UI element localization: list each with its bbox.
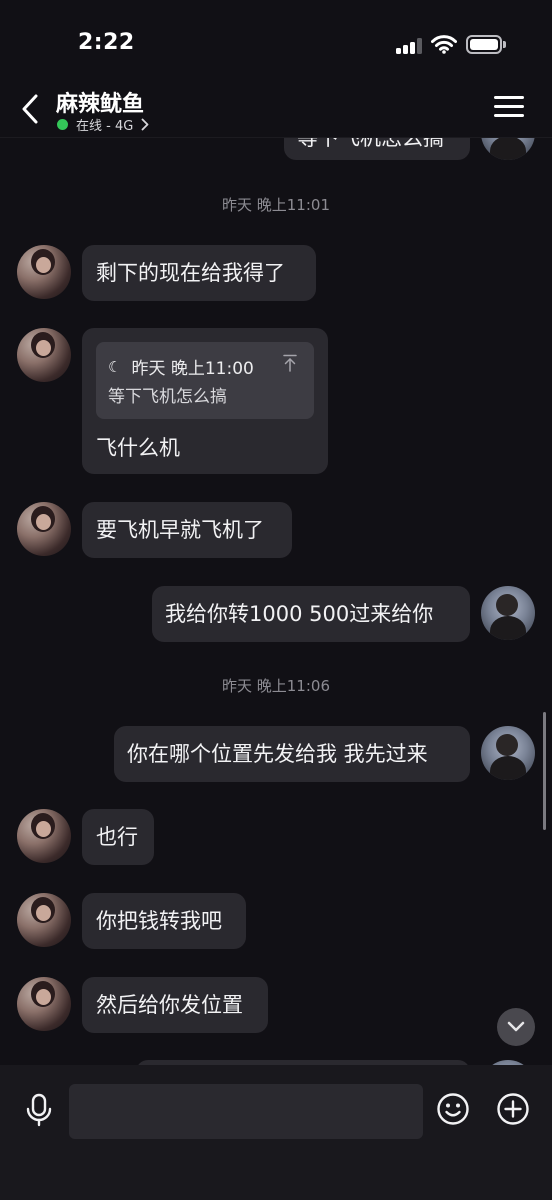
- wifi-icon: [431, 35, 457, 54]
- quoted-message-text: 等下飞机怎么搞: [108, 387, 227, 407]
- plus-icon[interactable]: [496, 1092, 530, 1126]
- message-input[interactable]: [69, 1084, 423, 1139]
- message-text: 飞什么机: [96, 436, 180, 460]
- message-text: 也行: [96, 825, 138, 849]
- battery-icon: [466, 35, 506, 54]
- contact-name[interactable]: 麻辣鱿鱼: [56, 86, 144, 118]
- microphone-icon[interactable]: [24, 1093, 54, 1127]
- message-bubble-incoming[interactable]: 你把钱转我吧: [82, 893, 246, 949]
- emoji-icon[interactable]: [436, 1092, 470, 1126]
- chat-header: 麻辣鱿鱼 在线 - 4G: [0, 82, 552, 138]
- quoted-message-time: 昨天 晚上11:00: [131, 359, 254, 379]
- my-avatar[interactable]: [481, 586, 535, 640]
- contact-avatar[interactable]: [17, 502, 71, 556]
- online-status[interactable]: 在线 - 4G: [57, 115, 149, 134]
- contact-avatar[interactable]: [17, 328, 71, 382]
- message-text: 剩下的现在给我得了: [96, 261, 285, 285]
- message-text: 你把钱转我吧: [96, 909, 222, 933]
- online-indicator: [57, 119, 68, 130]
- contact-avatar[interactable]: [17, 245, 71, 299]
- chat-area[interactable]: 等下飞机怎么搞 昨天 晚上11:01 剩下的现在给我得了 ☾ 昨天 晚上11:0…: [0, 0, 552, 1065]
- quoted-message-header: ☾ 昨天 晚上11:00: [108, 354, 254, 380]
- my-avatar[interactable]: [481, 726, 535, 780]
- message-text: 我给你转1000 500过来给你: [165, 602, 434, 626]
- message-bubble-outgoing[interactable]: 你在哪个位置先发给我 我先过来: [114, 726, 470, 782]
- cellular-signal-icon: [396, 38, 424, 54]
- status-bar: 2:22: [0, 0, 552, 82]
- input-bar: [0, 1065, 552, 1200]
- timestamp: 昨天 晚上11:01: [222, 196, 330, 214]
- jump-to-top-icon[interactable]: [282, 354, 298, 372]
- message-bubble-incoming[interactable]: 要飞机早就飞机了: [82, 502, 292, 558]
- chevron-right-icon: [141, 118, 149, 131]
- back-icon[interactable]: [14, 88, 48, 130]
- status-time: 2:22: [78, 30, 135, 55]
- menu-icon[interactable]: [494, 96, 524, 120]
- moon-icon: ☾: [108, 357, 122, 376]
- message-text: 要飞机早就飞机了: [96, 518, 264, 542]
- timestamp: 昨天 晚上11:06: [222, 677, 330, 695]
- chevron-down-icon: [507, 1021, 525, 1032]
- contact-avatar[interactable]: [17, 893, 71, 947]
- online-status-text: 在线 - 4G: [76, 119, 134, 134]
- message-text: 你在哪个位置先发给我 我先过来: [127, 742, 428, 766]
- contact-avatar[interactable]: [17, 977, 71, 1031]
- quoted-message[interactable]: ☾ 昨天 晚上11:00 等下飞机怎么搞: [96, 342, 314, 419]
- message-bubble-incoming[interactable]: 也行: [82, 809, 154, 865]
- message-bubble-incoming[interactable]: 然后给你发位置: [82, 977, 268, 1033]
- message-text: 然后给你发位置: [96, 993, 243, 1017]
- message-bubble-incoming-with-quote[interactable]: ☾ 昨天 晚上11:00 等下飞机怎么搞 飞什么机: [82, 328, 328, 474]
- scrollbar-thumb[interactable]: [543, 712, 546, 830]
- scroll-to-bottom-button[interactable]: [497, 1008, 535, 1046]
- contact-avatar[interactable]: [17, 809, 71, 863]
- message-bubble-outgoing[interactable]: 我给你转1000 500过来给你: [152, 586, 470, 642]
- message-bubble-incoming[interactable]: 剩下的现在给我得了: [82, 245, 316, 301]
